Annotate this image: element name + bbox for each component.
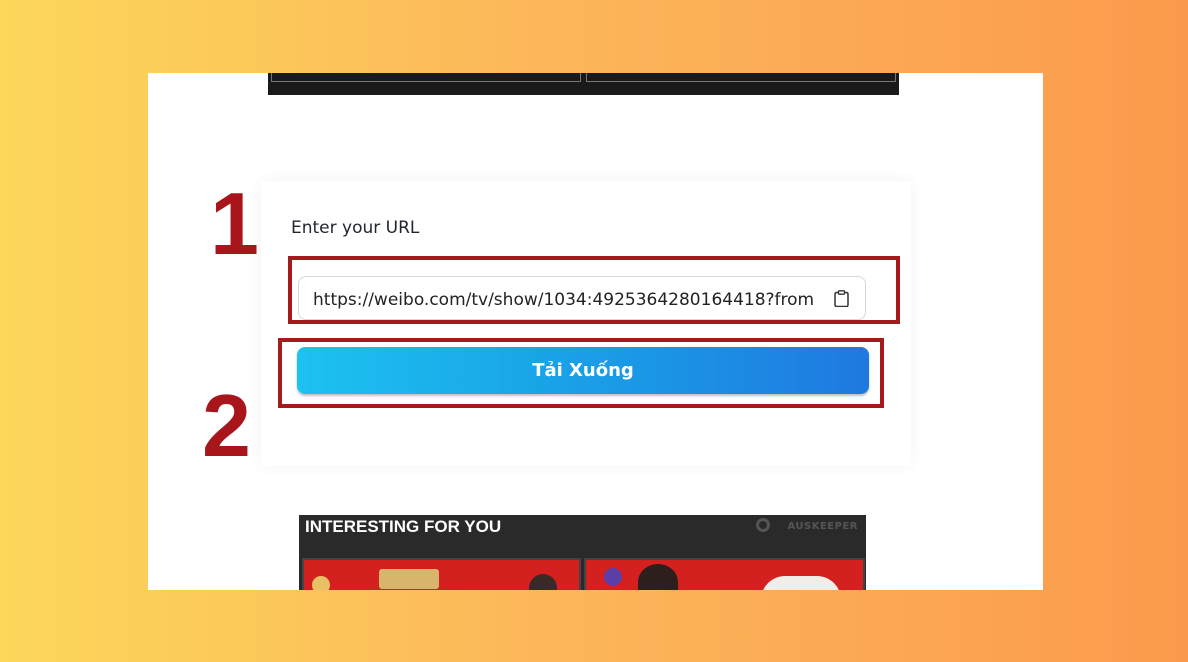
download-button-highlight-box <box>278 338 884 408</box>
url-input-highlight-box <box>288 256 900 324</box>
top-banner-cell <box>271 73 581 82</box>
ad-tile[interactable] <box>584 558 865 590</box>
ad-banner[interactable]: INTERESTING FOR YOU AUSKEEPER <box>299 515 866 590</box>
plate-graphic <box>761 576 841 590</box>
key-logo-icon <box>756 518 770 532</box>
url-label: Enter your URL <box>291 218 420 238</box>
sign-graphic <box>379 569 439 589</box>
step-number-1: 1 <box>210 174 259 273</box>
person-image <box>638 564 678 590</box>
ad-tile[interactable] <box>302 558 581 590</box>
step-number-2: 2 <box>202 376 251 475</box>
top-banner <box>268 73 899 95</box>
ad-brand: AUSKEEPER <box>787 521 858 532</box>
coin-graphic <box>312 576 330 590</box>
top-banner-cell <box>586 73 896 82</box>
badge-icon <box>604 568 622 586</box>
ad-title: INTERESTING FOR YOU <box>305 517 502 536</box>
page-panel: Enter your URL https://weibo.com/tv/show… <box>148 73 1043 590</box>
person-image <box>529 574 557 590</box>
